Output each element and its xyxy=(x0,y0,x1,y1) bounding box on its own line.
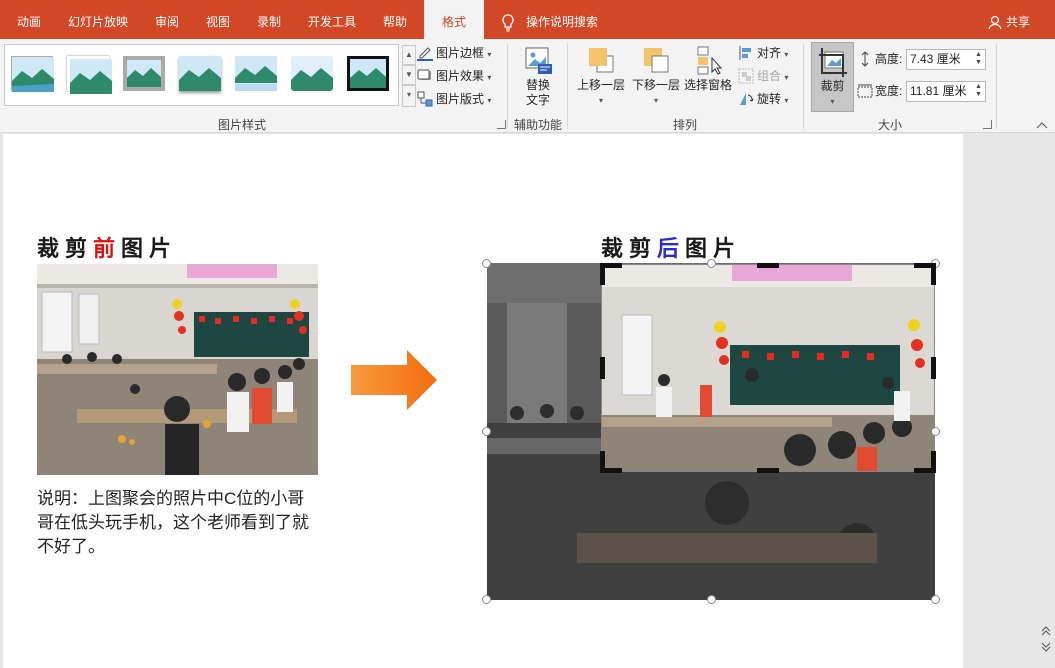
alt-text-label-2: 文字 xyxy=(525,93,550,107)
person-icon xyxy=(988,15,1002,30)
gallery-scroll-down[interactable]: ▼ xyxy=(402,65,416,85)
layout-icon xyxy=(417,91,433,107)
ribbon-tab-bar: 动画 幻灯片放映 审阅 视图 录制 开发工具 帮助 格式 操作说明搜索 共享 xyxy=(0,0,1055,39)
send-backward-label: 下移一层 xyxy=(631,78,680,92)
separator xyxy=(996,43,997,129)
slide-description[interactable]: 说明：上图聚会的照片中C位的小哥哥在低头玩手机，这个老师看到了就不好了。 xyxy=(37,487,317,559)
crop-button[interactable]: 裁剪 ▾ xyxy=(811,42,854,112)
separator xyxy=(803,43,804,129)
height-spinner[interactable]: ▲ ▼ xyxy=(974,51,983,68)
selection-pane-icon xyxy=(697,46,723,75)
tab-slideshow[interactable]: 幻灯片放映 xyxy=(68,0,128,39)
resize-handle-right[interactable] xyxy=(931,427,940,436)
crop-icon xyxy=(818,48,847,77)
picture-styles-gallery: ▲ ▼ ▾ xyxy=(4,44,416,107)
picture-styles-group-label: 图片样式 xyxy=(217,118,266,132)
picture-style-6[interactable] xyxy=(291,56,333,91)
format-ribbon: ▲ ▼ ▾ 图片边框 ▾ 图片效果 ▾ 图片版式 ▾ 图片样式 替换 文字 辅助… xyxy=(0,39,1055,133)
resize-handle-left[interactable] xyxy=(482,427,491,436)
group-icon xyxy=(738,68,754,84)
separator xyxy=(567,43,568,129)
crop-handle-left[interactable] xyxy=(600,357,605,379)
pencil-border-icon xyxy=(417,47,433,61)
title-after[interactable]: 裁剪后图片 xyxy=(601,231,741,263)
width-spinner[interactable]: ▲ ▼ xyxy=(974,83,983,100)
bring-forward-icon xyxy=(589,48,614,73)
tab-help[interactable]: 帮助 xyxy=(383,0,407,39)
resize-handle-bottom[interactable] xyxy=(707,595,716,604)
accessibility-group-label: 辅助功能 xyxy=(513,118,562,132)
height-label: 高度: xyxy=(875,52,903,66)
picture-style-4[interactable] xyxy=(179,56,221,91)
collapse-ribbon-icon[interactable] xyxy=(1036,121,1048,129)
vertical-scroll-area xyxy=(964,134,1055,668)
picture-styles-dialog-launcher[interactable] xyxy=(497,120,506,129)
alt-text-icon xyxy=(525,47,552,74)
effects-icon xyxy=(417,69,431,80)
arrange-group-label: 排列 xyxy=(672,118,697,132)
bring-forward-label: 上移一层 xyxy=(576,78,625,92)
align-icon xyxy=(739,46,751,60)
tab-record[interactable]: 录制 xyxy=(257,0,281,39)
picture-style-7[interactable] xyxy=(345,54,391,93)
resize-handle-top[interactable] xyxy=(707,259,716,268)
tab-format[interactable]: 格式 xyxy=(424,0,484,39)
tab-animations[interactable]: 动画 xyxy=(17,0,41,39)
tell-me-label: 操作说明搜索 xyxy=(526,15,599,29)
size-dialog-launcher[interactable] xyxy=(983,120,992,129)
selection-pane-button[interactable]: 选择窗格 xyxy=(683,44,733,93)
original-photo[interactable] xyxy=(37,264,318,475)
tab-review[interactable]: 审阅 xyxy=(155,0,179,39)
title-before[interactable]: 裁剪前图片 xyxy=(37,231,177,263)
prev-next-slide-icon[interactable] xyxy=(1041,626,1051,652)
crop-region-photo[interactable] xyxy=(601,264,935,472)
bring-forward-button[interactable]: 上移一层 ▾ xyxy=(574,44,628,108)
gallery-scroll-up[interactable]: ▲ xyxy=(402,45,416,65)
size-group-label: 大小 xyxy=(877,118,902,132)
height-icon xyxy=(861,51,869,67)
lightbulb-icon xyxy=(502,14,514,32)
selection-pane-label: 选择窗格 xyxy=(683,78,732,92)
picture-style-2[interactable] xyxy=(67,56,112,94)
crop-label: 裁剪 xyxy=(820,79,845,93)
crop-handle-top[interactable] xyxy=(757,263,779,268)
slide-canvas[interactable]: 裁剪前图片 说明：上图聚会的照片中C位的小哥哥在低头玩手机，这个老师看到了就不好… xyxy=(3,134,963,668)
width-label: 宽度: xyxy=(875,84,903,98)
alt-text-label-1: 替换 xyxy=(525,78,550,92)
width-input[interactable]: 11.81 厘米 ▲ ▼ xyxy=(906,81,986,102)
rotate-icon xyxy=(740,93,754,105)
picture-style-5[interactable] xyxy=(235,56,277,91)
tab-view[interactable]: 视图 xyxy=(206,0,230,39)
crop-handle-bottom[interactable] xyxy=(757,468,779,473)
slide-editing-area: 裁剪前图片 说明：上图聚会的照片中C位的小哥哥在低头玩手机，这个老师看到了就不好… xyxy=(0,134,1055,668)
picture-style-3[interactable] xyxy=(123,56,165,91)
gallery-more-button[interactable]: ▾ xyxy=(402,85,416,107)
resize-handle-top-left[interactable] xyxy=(482,259,491,268)
alt-text-button[interactable]: 替换 文字 xyxy=(515,44,561,108)
send-backward-button[interactable]: 下移一层 ▾ xyxy=(629,44,683,108)
share-label: 共享 xyxy=(1006,15,1031,29)
tab-developer[interactable]: 开发工具 xyxy=(308,0,356,39)
separator xyxy=(507,43,508,129)
resize-handle-bottom-right[interactable] xyxy=(931,595,940,604)
height-input[interactable]: 7.43 厘米 ▲ ▼ xyxy=(906,49,986,70)
right-arrow-shape[interactable] xyxy=(349,350,439,410)
crop-handle-right[interactable] xyxy=(931,357,936,379)
send-backward-icon xyxy=(644,48,669,73)
picture-style-1[interactable] xyxy=(11,56,54,92)
width-icon xyxy=(857,84,873,98)
resize-handle-bottom-left[interactable] xyxy=(482,595,491,604)
